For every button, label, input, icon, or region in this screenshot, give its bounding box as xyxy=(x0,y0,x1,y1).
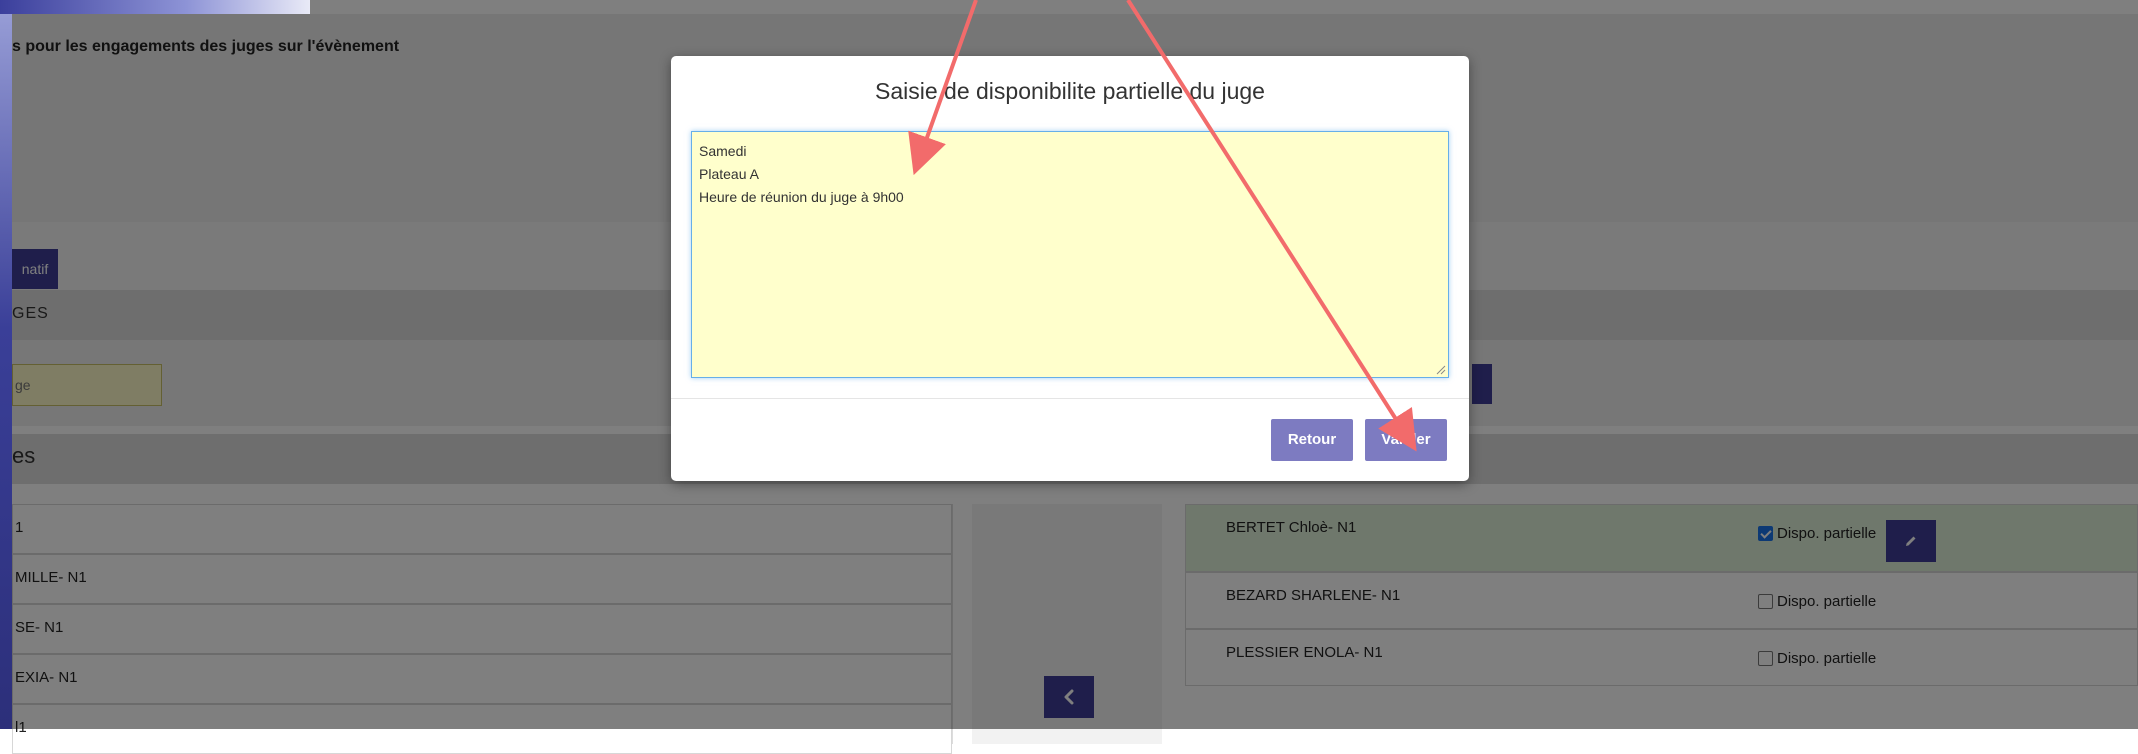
annotation-arrow-to-textarea xyxy=(908,0,978,176)
annotation-arrows xyxy=(908,0,1417,452)
top-decor-stripe xyxy=(0,0,310,14)
left-decor-stripe xyxy=(0,0,12,729)
annotation-arrow-to-valider xyxy=(1126,0,1417,452)
